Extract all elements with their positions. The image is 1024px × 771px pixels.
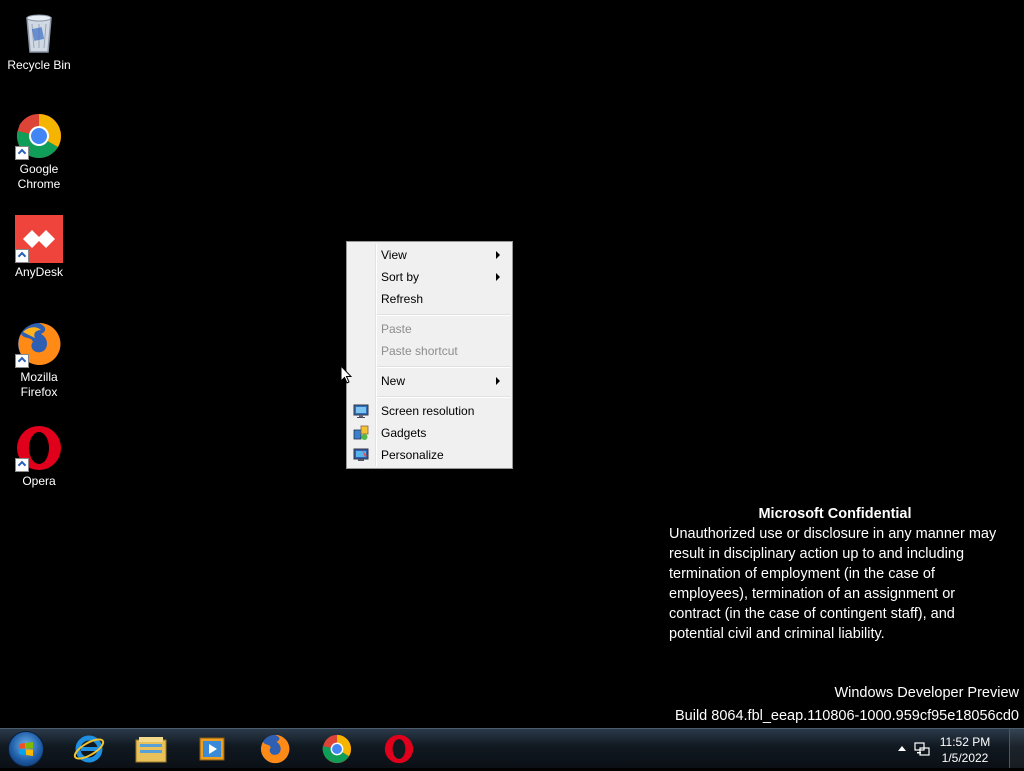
- firefox-icon: [15, 320, 63, 368]
- confidential-line: potential civil and criminal liability.: [669, 626, 885, 642]
- menu-item-label: Screen resolution: [381, 404, 475, 418]
- show-hidden-icons-arrow-icon[interactable]: [898, 745, 906, 751]
- windows-logo-icon: [19, 742, 33, 756]
- menu-item-sort-by[interactable]: Sort by: [349, 266, 510, 288]
- taskbar-opera[interactable]: [382, 732, 416, 766]
- taskbar: 11:52 PM 1/5/2022: [0, 728, 1024, 768]
- taskbar-internet-explorer[interactable]: [72, 732, 106, 766]
- firefox-icon: [260, 734, 290, 764]
- menu-item-screen-resolution[interactable]: Screen resolution: [349, 400, 510, 422]
- menu-item-label: Sort by: [381, 270, 420, 284]
- confidential-line: Unauthorized use or disclosure in any ma…: [669, 526, 997, 542]
- network-icon[interactable]: [914, 741, 930, 757]
- clock-time: 11:52 PM: [939, 735, 991, 749]
- desktop-icon-anydesk[interactable]: AnyDesk: [4, 215, 74, 280]
- taskbar-file-explorer[interactable]: [134, 732, 168, 766]
- monitor-icon: [353, 403, 369, 419]
- menu-item-gadgets[interactable]: Gadgets: [349, 422, 510, 444]
- desktop-icon-label: Opera: [22, 474, 56, 488]
- opera-icon: [384, 734, 414, 764]
- desktop-icon-label: Google Chrome: [17, 162, 61, 191]
- anydesk-icon: [15, 215, 63, 263]
- desktop-icon-label: AnyDesk: [14, 265, 64, 279]
- mouse-cursor-icon: [340, 365, 352, 384]
- menu-item-new[interactable]: New: [349, 370, 510, 392]
- show-desktop-button[interactable]: [1009, 729, 1024, 768]
- gadgets-icon: [353, 425, 369, 441]
- menu-item-label: New: [381, 374, 406, 388]
- menu-separator: [377, 396, 510, 398]
- confidential-line: result in disciplinary action up to and …: [669, 546, 965, 562]
- submenu-arrow-icon: [496, 251, 500, 259]
- confidential-notice: Microsoft Confidential Unauthorized use …: [669, 504, 1009, 644]
- menu-item-personalize[interactable]: Personalize: [349, 444, 510, 466]
- build-string: Build 8064.fbl_eeap.110806-1000.959cf95e…: [674, 708, 1019, 724]
- desktop-icon-label: Recycle Bin: [7, 58, 71, 72]
- confidential-line: termination of employment (in the case o…: [669, 566, 935, 582]
- taskbar-chrome[interactable]: [320, 732, 354, 766]
- personalize-icon: [353, 447, 369, 463]
- submenu-arrow-icon: [496, 377, 500, 385]
- media-player-icon: [199, 737, 225, 761]
- system-clock[interactable]: 11:52 PM 1/5/2022: [930, 734, 1000, 766]
- menu-item-label: Refresh: [381, 292, 424, 306]
- desktop-icon-opera[interactable]: Opera: [4, 424, 74, 489]
- desktop-icon-google-chrome[interactable]: Google Chrome: [4, 112, 74, 192]
- desktop-context-menu: View Sort by Refresh Paste Paste shortcu…: [346, 241, 513, 469]
- build-product-name: Windows Developer Preview: [834, 685, 1019, 701]
- menu-item-label: Paste: [381, 322, 412, 336]
- menu-item-paste: Paste: [349, 318, 510, 340]
- menu-separator: [377, 314, 510, 316]
- recycle-bin-icon: [15, 8, 63, 56]
- shortcut-arrow-icon: [15, 146, 29, 160]
- clock-date: 1/5/2022: [941, 751, 989, 765]
- menu-separator: [377, 366, 510, 368]
- desktop-icon-label: Mozilla Firefox: [20, 370, 58, 399]
- menu-item-label: Gadgets: [381, 426, 427, 440]
- menu-item-paste-shortcut: Paste shortcut: [349, 340, 510, 362]
- file-explorer-icon: [135, 737, 167, 763]
- shortcut-arrow-icon: [15, 458, 29, 472]
- start-button[interactable]: [8, 731, 44, 767]
- taskbar-media-player[interactable]: [196, 732, 230, 766]
- desktop-icon-mozilla-firefox[interactable]: Mozilla Firefox: [4, 320, 74, 400]
- menu-item-label: Paste shortcut: [381, 344, 458, 358]
- menu-item-label: View: [381, 248, 407, 262]
- notification-area: 11:52 PM 1/5/2022: [884, 729, 1024, 769]
- desktop-icon-recycle-bin[interactable]: Recycle Bin: [4, 8, 74, 73]
- taskbar-firefox[interactable]: [258, 732, 292, 766]
- shortcut-arrow-icon: [15, 249, 29, 263]
- confidential-line: employees), termination of an assignment…: [669, 586, 956, 602]
- menu-item-view[interactable]: View: [349, 244, 510, 266]
- confidential-title: Microsoft Confidential: [758, 506, 912, 522]
- menu-item-label: Personalize: [381, 448, 444, 462]
- chrome-icon: [322, 734, 352, 764]
- internet-explorer-icon: [73, 735, 105, 763]
- menu-item-refresh[interactable]: Refresh: [349, 288, 510, 310]
- confidential-line: contract (in the case of contingent staf…: [669, 606, 955, 622]
- shortcut-arrow-icon: [15, 354, 29, 368]
- submenu-arrow-icon: [496, 273, 500, 281]
- opera-icon: [15, 424, 63, 472]
- chrome-icon: [15, 112, 63, 160]
